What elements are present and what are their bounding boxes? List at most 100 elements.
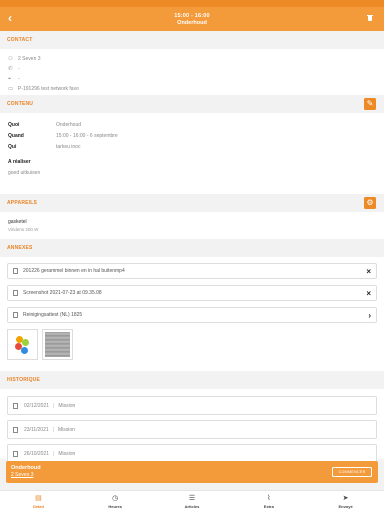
history-type: Mission	[57, 426, 75, 433]
person-icon: ⚇	[8, 56, 13, 62]
document-icon: ▤	[35, 494, 42, 502]
tab-label: Détail	[32, 503, 44, 509]
section-title-historique: HISTORIQUE	[7, 377, 41, 383]
phone-icon: ✆	[8, 66, 13, 72]
separator: |	[52, 426, 54, 433]
device-name[interactable]: gasketel	[8, 219, 376, 225]
realiser-value: goed uitkuisen	[8, 170, 41, 176]
file-icon	[13, 268, 18, 274]
section-title-contenu: CONTENU	[7, 101, 34, 107]
section-historique-header: HISTORIQUE	[0, 371, 384, 389]
pencil-icon: ✎	[366, 99, 374, 108]
contenu-value: Onderhoud	[56, 121, 82, 128]
calendar-icon: ▭	[8, 86, 14, 92]
history-date: 26/10/2021	[24, 450, 50, 457]
banner-title: Onderhoud	[11, 465, 41, 471]
document-icon	[13, 426, 18, 433]
contact-location: -	[18, 76, 20, 82]
bottom-tab-bar: ▤ Détail ◷ Heures ☰ Articles ⌇ Extra ➤ Envoyé	[0, 490, 384, 512]
contenu-key: Quand	[8, 132, 24, 139]
contact-row-location[interactable]: ⌖ -	[8, 74, 376, 84]
close-icon[interactable]: ×	[366, 267, 371, 276]
tab-label: Envoyé	[338, 503, 353, 509]
trash-icon[interactable]	[367, 14, 373, 21]
history-date: 02/12/2021	[24, 402, 50, 409]
image-thumbnail-screenshot[interactable]	[42, 329, 73, 360]
attachment-item[interactable]: Reinigingsattest (NL) 1825 ›	[7, 307, 377, 323]
start-mission-banner: Onderhoud 2 Seven 3 COMMENCER	[6, 461, 378, 483]
send-icon: ➤	[342, 494, 349, 502]
attachment-item[interactable]: Screenshot 2021-07-23 at 09.35.08 ×	[7, 285, 377, 301]
screenshot-preview	[45, 332, 70, 357]
pdf-file-icon	[13, 312, 18, 318]
gear-icon: ⚙	[366, 198, 374, 207]
paperclip-icon: ⌇	[267, 494, 271, 502]
contenu-value: tarkeu inoc	[56, 143, 81, 150]
banner-subtitle[interactable]: 2 Seven 3	[11, 472, 373, 478]
section-title-annexes: ANNEXES	[7, 245, 33, 251]
section-annexes-header: ANNEXES	[0, 239, 384, 257]
history-type: Mission	[58, 450, 76, 457]
clock-icon: ◷	[112, 494, 119, 502]
tab-articles[interactable]: ☰ Articles	[154, 491, 231, 512]
history-item[interactable]: 02/12/2021 | Mission	[7, 396, 377, 415]
tab-heures[interactable]: ◷ Heures	[77, 491, 154, 512]
realiser-label: A réaliser	[8, 159, 31, 165]
header-title: Onderhoud	[177, 19, 207, 26]
attachment-name: 201226 gerammel binnen en in hal buitenm…	[23, 268, 125, 274]
logo-dot	[21, 347, 28, 354]
close-icon[interactable]: ×	[366, 289, 371, 298]
contact-project: P-191296 test network favo	[18, 86, 79, 92]
contact-row-project: ▭ P-191296 test network favo	[8, 84, 376, 94]
logo-dot	[22, 339, 29, 346]
status-bar	[0, 0, 384, 7]
separator: |	[53, 402, 55, 409]
contenu-row-quand: Quand 15:00 - 16:00 - 6 septembre	[8, 130, 376, 141]
image-thumbnail-logo[interactable]	[7, 329, 38, 360]
document-icon	[13, 450, 18, 457]
attachment-name: Reinigingsattest (NL) 1825	[23, 312, 83, 318]
section-contact-header: CONTACT	[0, 31, 384, 49]
location-icon: ⌖	[8, 75, 12, 82]
history-date: 23/11/2021	[24, 426, 49, 433]
contenu-key: Quoi	[8, 121, 20, 128]
list-icon: ☰	[188, 494, 196, 502]
contact-section: ⚇ 2 Seven 3 ✆ - ⌖ - ▭ P-191296 test network …	[0, 49, 384, 95]
section-title-appareils: APPAREILS	[7, 200, 38, 206]
file-icon	[13, 290, 18, 296]
header-titles: 15:00 - 16:00 Onderhoud	[174, 13, 210, 26]
tab-envoye[interactable]: ➤ Envoyé	[307, 491, 384, 512]
tab-label: Extra	[263, 503, 274, 509]
chevron-left-icon[interactable]: ‹	[8, 12, 12, 24]
start-button[interactable]: COMMENCER	[332, 467, 372, 477]
section-appareils-header: APPAREILS ⚙	[0, 194, 384, 212]
app-header: ‹ 15:00 - 16:00 Onderhoud	[0, 7, 384, 31]
edit-contenu-button[interactable]: ✎	[364, 98, 376, 110]
tab-label: Heures	[108, 503, 122, 509]
attachment-name: Screenshot 2021-07-23 at 09.35.08	[23, 290, 102, 296]
appareils-section: gasketel Viridens 200 W	[0, 212, 384, 239]
device-model: Viridens 200 W	[8, 227, 39, 232]
historique-section: 02/12/2021 | Mission 23/11/2021 | Mission 26…	[0, 389, 384, 463]
separator: |	[53, 450, 55, 457]
contenu-section: Quoi Onderhoud Quand 15:00 - 16:00 - 6 sep…	[0, 113, 384, 194]
history-type: Mission	[58, 402, 76, 409]
document-icon	[13, 402, 18, 409]
settings-appareils-button[interactable]: ⚙	[364, 197, 376, 209]
contact-row-name: ⚇ 2 Seven 3	[8, 54, 376, 64]
tab-extra[interactable]: ⌇ Extra	[230, 491, 307, 512]
history-item[interactable]: 23/11/2021 | Mission	[7, 420, 377, 439]
attachment-thumbnails	[7, 329, 377, 360]
attachment-item[interactable]: 201226 gerammel binnen en in hal buitenm…	[7, 263, 377, 279]
contact-row-phone[interactable]: ✆ -	[8, 64, 376, 74]
header-time: 15:00 - 16:00	[174, 12, 210, 19]
chevron-right-icon[interactable]: ›	[368, 311, 371, 320]
contenu-key: Qui	[8, 143, 17, 150]
tab-detail[interactable]: ▤ Détail	[0, 491, 77, 512]
section-contenu-header: CONTENU ✎	[0, 95, 384, 113]
contenu-row-qui: Qui tarkeu inoc	[8, 141, 376, 152]
contenu-value: 15:00 - 16:00 - 6 septembre	[56, 132, 118, 139]
contact-name: 2 Seven 3	[18, 56, 41, 62]
tab-label: Articles	[184, 503, 200, 509]
annexes-section: 201226 gerammel binnen en in hal buitenm…	[0, 257, 384, 371]
